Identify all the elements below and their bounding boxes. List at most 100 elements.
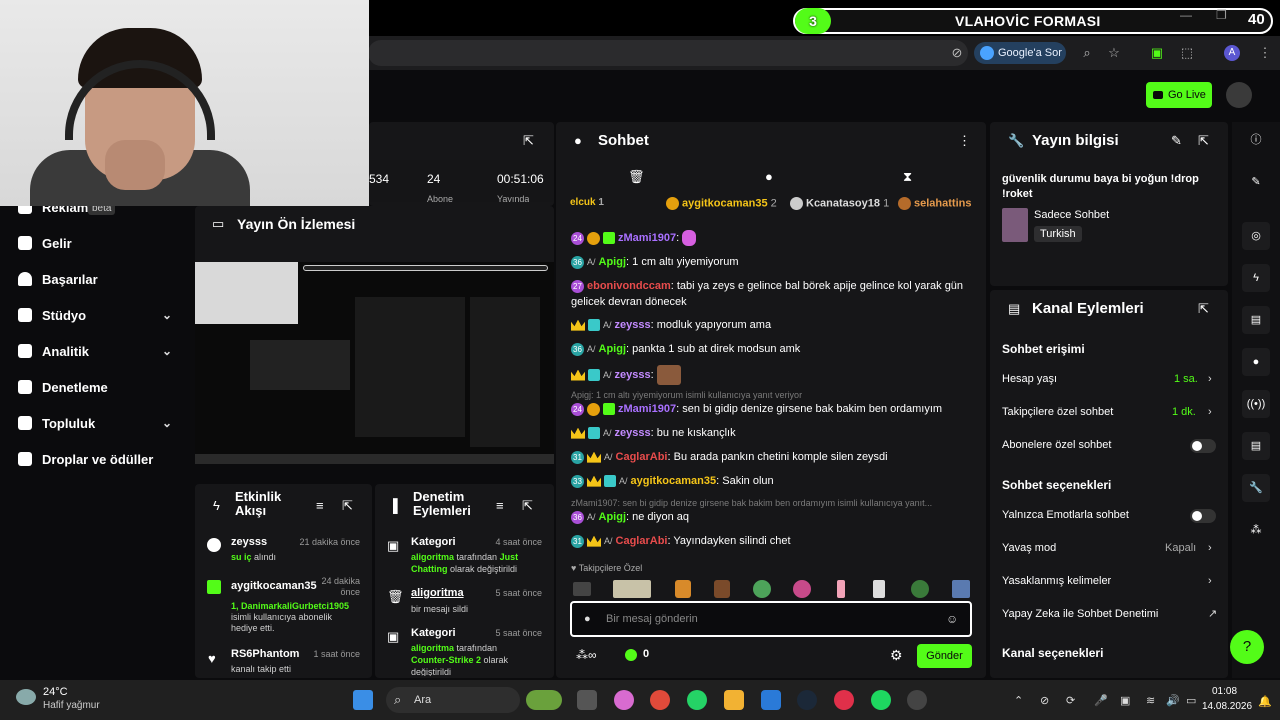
steam-icon[interactable] — [797, 690, 817, 710]
rewards-icon[interactable]: ⁂∞ — [576, 648, 597, 662]
settings-gear-icon[interactable]: ⚙ — [890, 647, 903, 664]
feed-item-name[interactable]: aygitkocaman35 — [231, 580, 317, 592]
sidebar-item-community[interactable]: Topluluk ⌄ — [18, 412, 178, 434]
emote-icon[interactable] — [793, 580, 811, 598]
notifications-icon[interactable]: 🔔 — [1258, 695, 1272, 708]
edit-pencil-icon[interactable]: ✎ — [1171, 133, 1182, 149]
help-icon[interactable]: ? — [1230, 630, 1264, 664]
search-icon[interactable]: ⌕ — [1078, 44, 1096, 62]
chat-message[interactable]: A/zeysss: — [571, 365, 971, 385]
chat-username[interactable]: Apigj — [599, 343, 627, 355]
chat-message[interactable]: 24 zMami1907: — [571, 230, 971, 247]
address-bar[interactable] — [368, 40, 968, 66]
chat-message[interactable]: 36 A/Apigj: pankta 1 sub at direk modsun … — [571, 341, 971, 357]
tray-chevron-icon[interactable]: ⌃ — [1014, 694, 1023, 707]
store-icon[interactable] — [761, 690, 781, 710]
trash-icon[interactable]: 🗑 — [628, 169, 645, 185]
channel-actions-icon[interactable]: ▤ — [1242, 432, 1270, 460]
mod-item-name[interactable]: aligoritma — [411, 587, 464, 599]
task-view-icon[interactable] — [577, 690, 597, 710]
chat-username[interactable]: zMami1907 — [618, 403, 676, 415]
spotify-icon[interactable] — [871, 690, 891, 710]
sub-chat-toggle[interactable] — [1190, 439, 1216, 453]
chat-username[interactable]: CaglarAbi — [616, 451, 668, 463]
follower-chat-value[interactable]: 1 dk. — [1172, 406, 1196, 418]
gifter-entry[interactable]: aygitkocaman35 2 — [666, 197, 777, 210]
user-avatar[interactable] — [1226, 82, 1252, 108]
google-ask-button[interactable]: Google'a Sor — [974, 42, 1066, 64]
restore-icon[interactable]: ❐ — [1216, 8, 1227, 22]
chat-username[interactable]: aygitkocaman35 — [631, 475, 717, 487]
obs-icon[interactable] — [907, 690, 927, 710]
document-icon[interactable]: ▤ — [1242, 306, 1270, 334]
emote-icon[interactable] — [573, 582, 591, 596]
chat-message[interactable]: 33 A/aygitkocaman35: Sakin olun — [571, 473, 971, 489]
chat-message[interactable]: 24 zMami1907: sen bi gidip denize girsene… — [571, 401, 971, 417]
chat-bubble-icon[interactable]: ● — [765, 169, 773, 184]
microphone-icon[interactable]: 🎤 — [1094, 694, 1108, 707]
slow-mode-value[interactable]: Kapalı — [1165, 542, 1196, 554]
emote-icon[interactable] — [911, 580, 929, 598]
edit-pencil-icon[interactable]: ✎ — [1242, 168, 1270, 196]
clock-date[interactable]: 14.08.2026 — [1202, 701, 1252, 712]
opera-icon[interactable] — [834, 690, 854, 710]
cast-off-icon[interactable]: ⊘ — [948, 44, 966, 62]
broadcast-icon[interactable]: ((•)) — [1242, 390, 1270, 418]
chat-username[interactable]: Apigj — [599, 256, 627, 268]
more-options-icon[interactable]: ⋮ — [958, 133, 971, 149]
wifi-icon[interactable]: ≋ — [1146, 694, 1155, 707]
chat-username[interactable]: zeysss — [615, 427, 651, 439]
sidebar-item-analytics[interactable]: Analitik ⌄ — [18, 340, 178, 362]
external-link-icon[interactable]: ↗ — [1208, 607, 1217, 620]
tray-app-icon[interactable]: ⊘ — [1040, 694, 1049, 707]
chat-username[interactable]: Apigj — [599, 511, 627, 523]
emote-icon[interactable] — [613, 580, 651, 598]
chat-icon[interactable]: ● — [1242, 348, 1270, 376]
bookmark-star-icon[interactable]: ☆ — [1105, 44, 1123, 62]
go-live-button[interactable]: Go Live — [1146, 82, 1212, 108]
whatsapp-icon[interactable] — [687, 690, 707, 710]
copilot-icon[interactable] — [614, 690, 634, 710]
popout-icon[interactable]: ⇱ — [1198, 301, 1209, 317]
sidebar-item-drops[interactable]: Droplar ve ödüller — [18, 448, 153, 470]
chat-username[interactable]: zeysss — [615, 319, 651, 331]
file-explorer-icon[interactable] — [724, 690, 744, 710]
lightning-icon[interactable]: ϟ — [1242, 264, 1270, 292]
popout-icon[interactable]: ⇱ — [342, 498, 353, 514]
wrench-icon[interactable]: 🔧 — [1242, 474, 1270, 502]
camera-target-icon[interactable]: ◎ — [1242, 222, 1270, 250]
gifter-entry[interactable]: elcuk 1 — [570, 197, 604, 208]
emote-icon[interactable] — [952, 580, 970, 598]
slow-mode-label[interactable]: Yavaş mod — [1002, 542, 1056, 554]
sidebar-item-studio[interactable]: Stüdyo ⌄ — [18, 304, 178, 326]
extensions-icon[interactable]: ⬚ — [1178, 44, 1196, 62]
kick-extension-icon[interactable]: ▣ — [1148, 44, 1166, 62]
sidebar-item-moderation[interactable]: Denetleme — [18, 376, 108, 398]
chat-username[interactable]: zMami1907 — [618, 232, 676, 244]
chevron-right-icon[interactable]: › — [1208, 406, 1212, 418]
chat-username[interactable]: zeysss — [615, 369, 651, 381]
hourglass-icon[interactable]: ⧗ — [903, 169, 912, 185]
chat-message-input[interactable]: ● Bir mesaj gönderin ☺ — [570, 601, 972, 637]
weather-desc[interactable]: Hafif yağmur — [43, 700, 100, 711]
windows-start-icon[interactable] — [353, 690, 373, 710]
chat-username[interactable]: ebonivondccam — [587, 280, 671, 292]
browser-profile-avatar[interactable]: A — [1224, 45, 1240, 61]
popout-icon[interactable]: ⇱ — [523, 133, 534, 149]
account-age-label[interactable]: Hesap yaşı — [1002, 373, 1057, 385]
clock-time[interactable]: 01:08 — [1212, 686, 1237, 697]
chat-message[interactable]: 31 A/CaglarAbi: Bu arada pankın chetini k… — [571, 449, 971, 465]
feed-item-name[interactable]: zeysss — [231, 536, 267, 548]
chat-message[interactable]: 36 A/Apigj: ne diyon aq — [571, 509, 971, 525]
sidebar-item-achievements[interactable]: Başarılar — [18, 268, 98, 290]
emote-icon[interactable] — [837, 580, 845, 598]
account-age-value[interactable]: 1 sa. — [1174, 373, 1198, 385]
chevron-right-icon[interactable]: › — [1208, 542, 1212, 554]
chat-message[interactable]: 27 ebonivondccam: tabi ya zeys e gelince … — [571, 278, 971, 310]
chevron-right-icon[interactable]: › — [1208, 575, 1212, 587]
chevron-right-icon[interactable]: › — [1208, 373, 1212, 385]
emote-icon[interactable] — [714, 580, 730, 598]
chat-message[interactable]: A/zeysss: bu ne kıskançlık — [571, 425, 971, 441]
chat-message[interactable]: 36 A/Apigj: 1 cm altı yiyemiyorum — [571, 254, 971, 270]
filter-icon[interactable]: ≡ — [316, 498, 324, 513]
